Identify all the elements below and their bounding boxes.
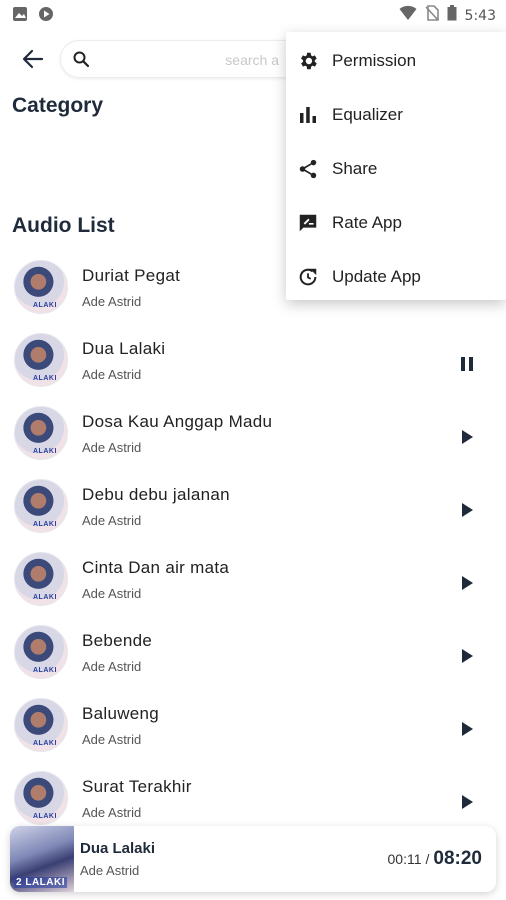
play-icon — [461, 503, 473, 517]
play-button[interactable] — [458, 501, 476, 519]
status-left — [12, 6, 54, 27]
track-artist: Ade Astrid — [82, 732, 142, 747]
mini-player-cover: 2 LALAKI — [10, 826, 74, 892]
album-cover: ALAKI — [14, 698, 68, 752]
audio-row[interactable]: ALAKI Debu debu jalanan Ade Astrid — [0, 479, 506, 549]
play-icon — [461, 795, 473, 809]
wifi-icon — [399, 5, 417, 26]
play-button[interactable] — [458, 793, 476, 811]
album-cover: ALAKI — [14, 406, 68, 460]
mini-player[interactable]: 2 LALAKI Dua Lalaki Ade Astrid 00:11 / 0… — [10, 826, 496, 892]
track-title: Dosa Kau Anggap Madu — [82, 412, 273, 431]
track-artist: Ade Astrid — [82, 440, 142, 455]
track-artist: Ade Astrid — [82, 367, 142, 382]
audio-row[interactable]: ALAKI Dua Lalaki Ade Astrid — [0, 333, 506, 403]
play-icon — [461, 722, 473, 736]
no-sim-icon — [424, 5, 439, 26]
time-separator: / — [425, 851, 430, 867]
cover-tag: ALAKI — [33, 813, 57, 820]
album-cover: ALAKI — [14, 552, 68, 606]
album-cover: ALAKI — [14, 260, 68, 314]
audio-row[interactable]: ALAKI Baluweng Ade Astrid — [0, 698, 506, 768]
cover-tag: ALAKI — [33, 667, 57, 674]
equalizer-icon — [296, 103, 320, 127]
menu-item-permission[interactable]: Permission — [286, 34, 506, 88]
track-artist: Ade Astrid — [82, 586, 142, 601]
track-title: Surat Terakhir — [82, 777, 192, 796]
menu-item-update-app[interactable]: Update App — [286, 250, 506, 304]
track-artist: Ade Astrid — [82, 513, 142, 528]
cover-tag: ALAKI — [33, 375, 57, 382]
menu-label: Share — [332, 159, 378, 178]
image-icon — [12, 6, 28, 27]
status-right: 5:43 — [399, 5, 496, 26]
update-icon — [296, 265, 320, 289]
menu-label: Equalizer — [332, 105, 403, 124]
status-bar: 5:43 — [0, 0, 506, 30]
album-cover: ALAKI — [14, 771, 68, 825]
pause-button[interactable] — [458, 355, 476, 373]
audio-row[interactable]: ALAKI Bebende Ade Astrid — [0, 625, 506, 695]
mini-player-cover-tag: 2 LALAKI — [14, 877, 67, 888]
overflow-menu: Permission Equalizer Share Rate App Upda… — [286, 32, 506, 300]
album-cover: ALAKI — [14, 479, 68, 533]
category-title: Category — [12, 94, 104, 117]
menu-label: Permission — [332, 51, 417, 70]
cover-tag: ALAKI — [33, 448, 57, 455]
audio-row[interactable]: ALAKI Cinta Dan air mata Ade Astrid — [0, 552, 506, 622]
audio-list-title: Audio List — [12, 214, 115, 237]
play-button[interactable] — [458, 428, 476, 446]
play-button[interactable] — [458, 574, 476, 592]
arrow-left-icon — [22, 49, 44, 69]
menu-item-rate-app[interactable]: Rate App — [286, 196, 506, 250]
duration: 08:20 — [433, 848, 482, 869]
track-artist: Ade Astrid — [82, 294, 142, 309]
album-cover: ALAKI — [14, 333, 68, 387]
play-icon — [461, 576, 473, 590]
track-title: Dua Lalaki — [82, 339, 166, 358]
cover-tag: ALAKI — [33, 521, 57, 528]
album-cover: ALAKI — [14, 625, 68, 679]
gear-icon — [296, 49, 320, 73]
mini-player-time: 00:11 / 08:20 — [388, 848, 483, 870]
cover-tag: ALAKI — [33, 740, 57, 747]
play-icon — [461, 430, 473, 444]
current-time: 00:11 — [387, 851, 422, 867]
menu-label: Rate App — [332, 213, 402, 232]
play-circle-icon — [38, 6, 54, 27]
play-button[interactable] — [458, 647, 476, 665]
search-icon — [73, 51, 90, 72]
track-artist: Ade Astrid — [82, 659, 142, 674]
track-title: Bebende — [82, 631, 153, 650]
mini-player-artist: Ade Astrid — [80, 863, 140, 878]
track-title: Cinta Dan air mata — [82, 558, 230, 577]
pause-icon — [461, 357, 473, 371]
track-artist: Ade Astrid — [82, 805, 142, 820]
battery-icon — [447, 5, 457, 26]
cover-tag: ALAKI — [33, 594, 57, 601]
play-icon — [461, 649, 473, 663]
menu-item-equalizer[interactable]: Equalizer — [286, 88, 506, 142]
play-button[interactable] — [458, 720, 476, 738]
back-button[interactable] — [16, 44, 50, 74]
track-title: Duriat Pegat — [82, 266, 181, 285]
menu-label: Update App — [332, 267, 421, 286]
track-title: Baluweng — [82, 704, 160, 723]
audio-row[interactable]: ALAKI Dosa Kau Anggap Madu Ade Astrid — [0, 406, 506, 476]
mini-player-title: Dua Lalaki — [80, 840, 156, 857]
status-time: 5:43 — [464, 7, 496, 24]
menu-item-share[interactable]: Share — [286, 142, 506, 196]
cover-tag: ALAKI — [33, 302, 57, 309]
rate-icon — [296, 211, 320, 235]
share-icon — [296, 157, 320, 181]
track-title: Debu debu jalanan — [82, 485, 230, 504]
